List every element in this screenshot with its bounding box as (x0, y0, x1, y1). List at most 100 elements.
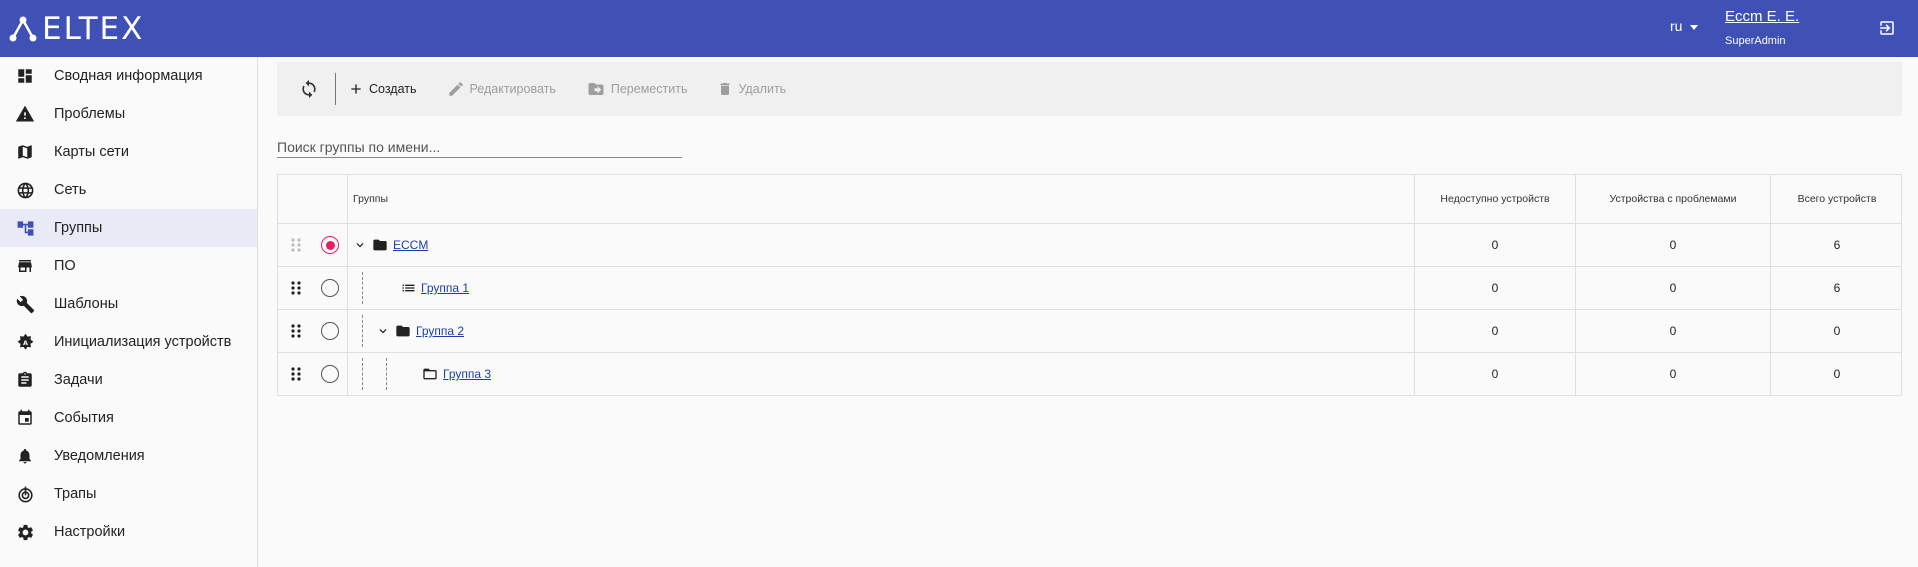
folder-icon (373, 239, 387, 251)
table-row[interactable]: Группа 3 0 0 0 (277, 353, 1902, 396)
problems-count: 0 (1575, 224, 1770, 266)
sidebar-item-label: Уведомления (54, 448, 145, 464)
group-search-input[interactable] (277, 130, 682, 158)
move-label: Переместить (610, 82, 688, 96)
table-header-row: Группы Недоступно устройств Устройства с… (277, 175, 1902, 224)
sidebar-item-settings[interactable]: Настройки (0, 513, 257, 551)
column-header-problems[interactable]: Устройства с проблемами (1575, 175, 1770, 223)
wrench-icon (14, 293, 36, 315)
chevron-down-icon[interactable] (376, 324, 390, 338)
sidebar-item-network-maps[interactable]: Карты сети (0, 133, 257, 171)
sidebar-item-events[interactable]: События (0, 399, 257, 437)
sidebar-item-label: Задачи (54, 372, 103, 388)
sidebar-item-templates[interactable]: Шаблоны (0, 285, 257, 323)
sidebar-item-software[interactable]: ПО (0, 247, 257, 285)
chevron-down-icon[interactable] (353, 238, 367, 252)
group-link[interactable]: Группа 2 (416, 324, 464, 338)
trash-icon (720, 83, 731, 95)
table-row[interactable]: Группа 1 0 0 6 (277, 267, 1902, 310)
unavailable-count: 0 (1414, 267, 1575, 309)
drag-handle[interactable] (278, 353, 313, 395)
radio-button[interactable] (321, 322, 339, 340)
sidebar-item-problems[interactable]: Проблемы (0, 95, 257, 133)
tree-guide-line (362, 315, 363, 347)
language-select[interactable]: ru (1670, 18, 1699, 34)
drag-handle[interactable] (278, 310, 313, 352)
sidebar-item-label: Инициализация устройств (54, 334, 232, 350)
bell-icon (14, 445, 36, 467)
drag-handle-icon (290, 324, 301, 338)
tree-icon (14, 217, 36, 239)
dashboard-icon (14, 65, 36, 87)
sidebar-item-tasks[interactable]: Задачи (0, 361, 257, 399)
drag-handle-icon (290, 281, 301, 295)
eltex-logo[interactable]: ELTEX (8, 9, 144, 49)
sidebar-item-label: Трапы (54, 486, 97, 502)
warning-icon (14, 103, 36, 125)
sidebar-item-device-init[interactable]: A Инициализация устройств (0, 323, 257, 361)
logo-text: ELTEX (42, 11, 145, 47)
group-link[interactable]: Группа 3 (443, 367, 491, 381)
drag-handle-icon (290, 238, 301, 252)
edit-button[interactable]: Редактировать (447, 80, 556, 98)
table-row[interactable]: Группа 2 0 0 0 (277, 310, 1902, 353)
main-content: Создать Редактировать Переместить Удалит… (259, 57, 1918, 567)
move-button[interactable]: Переместить (586, 80, 688, 98)
table-row[interactable]: ECCM 0 0 6 (277, 224, 1902, 267)
tree-guide-line (362, 358, 363, 390)
group-link[interactable]: ECCM (393, 238, 428, 252)
drag-column-header (278, 175, 313, 223)
delete-label: Удалить (738, 82, 787, 96)
list-icon (402, 284, 415, 292)
total-count: 0 (1770, 353, 1903, 395)
user-role: SuperAdmin (1725, 35, 1786, 47)
sidebar-item-groups[interactable]: Группы (0, 209, 257, 247)
row-select[interactable] (313, 267, 347, 309)
drag-handle[interactable] (278, 224, 313, 266)
row-select[interactable] (313, 353, 347, 395)
tree-guide-line (386, 358, 387, 390)
toolbar-divider (335, 73, 336, 105)
group-link[interactable]: Группа 1 (421, 281, 469, 295)
row-select[interactable] (313, 310, 347, 352)
column-header-total[interactable]: Всего устройств (1770, 175, 1903, 223)
sidebar-item-network[interactable]: Сеть (0, 171, 257, 209)
unavailable-count: 0 (1414, 353, 1575, 395)
groups-table: Группы Недоступно устройств Устройства с… (277, 174, 1902, 396)
radio-button[interactable] (321, 236, 339, 254)
drag-handle[interactable] (278, 267, 313, 309)
delete-button[interactable]: Удалить (717, 80, 786, 98)
plus-icon (351, 84, 361, 94)
svg-text:A: A (23, 339, 28, 346)
column-header-unavailable[interactable]: Недоступно устройств (1414, 175, 1575, 223)
unavailable-count: 0 (1414, 310, 1575, 352)
sidebar-item-notifications[interactable]: Уведомления (0, 437, 257, 475)
edit-label: Редактировать (469, 82, 556, 96)
sidebar-item-label: Сеть (54, 182, 87, 198)
user-name-link[interactable]: Eccm E. E. (1725, 7, 1799, 27)
pencil-icon (448, 82, 463, 96)
radio-button[interactable] (321, 279, 339, 297)
logout-icon[interactable] (1878, 19, 1896, 37)
sidebar-item-traps[interactable]: Трапы (0, 475, 257, 513)
total-count: 6 (1770, 224, 1903, 266)
app-header: ELTEX ru Eccm E. E. SuperAdmin (0, 0, 1918, 57)
folder-icon (396, 325, 410, 337)
create-button[interactable]: Создать (348, 81, 417, 97)
sidebar: Сводная информация Проблемы Карты сети С… (0, 57, 258, 567)
map-icon (14, 141, 36, 163)
unavailable-count: 0 (1414, 224, 1575, 266)
folder-move-icon (588, 83, 604, 95)
total-count: 0 (1770, 310, 1903, 352)
drag-handle-icon (290, 367, 301, 381)
refresh-button[interactable] (291, 71, 327, 107)
sidebar-item-label: Настройки (54, 524, 126, 540)
folder-open-icon (423, 368, 437, 380)
column-header-groups[interactable]: Группы (347, 175, 1414, 223)
gear-icon (14, 521, 36, 543)
language-value: ru (1670, 18, 1683, 34)
row-select[interactable] (313, 224, 347, 266)
sidebar-item-summary[interactable]: Сводная информация (0, 57, 257, 95)
calendar-icon (14, 407, 36, 429)
radio-button[interactable] (321, 365, 339, 383)
